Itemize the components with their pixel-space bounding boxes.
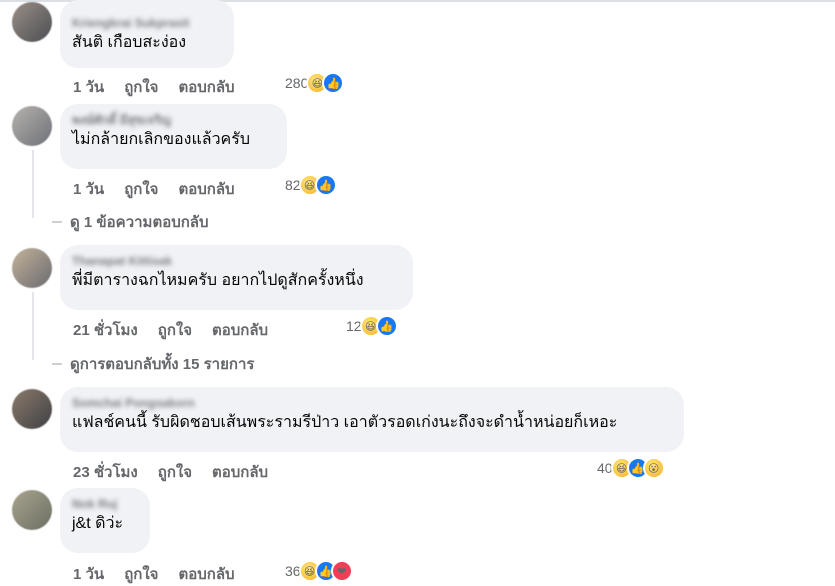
comment-bubble: พงษ์ศักดิ์ มีสุขเจริญ ไม่กล้ายกเลิกของแล… (60, 104, 287, 169)
reaction-summary[interactable]: 40 😆 👍 😮 (597, 457, 665, 479)
comment-actions: 1 วัน ถูกใจ ตอบกลับ (73, 177, 255, 201)
timestamp-link[interactable]: 1 วัน (73, 177, 104, 201)
like-button[interactable]: ถูกใจ (158, 318, 192, 342)
comment-author[interactable]: Kriengkrai Sukprasit (72, 16, 189, 31)
reply-connector (52, 363, 62, 365)
comment-actions: 1 วัน ถูกใจ ตอบกลับ (73, 562, 255, 586)
comment-bubble: Kriengkrai Sukprasit สันติ เกือบสะง่อง (60, 0, 234, 68)
comment-author[interactable]: Somchai Pongsakorn (72, 396, 195, 411)
reaction-summary[interactable]: 82 😆 👍 (285, 174, 337, 196)
reply-button[interactable]: ตอบกลับ (178, 562, 234, 586)
thread-line (32, 292, 34, 360)
comment-bubble: Thanapat Kittisak พี่มีตารางฉกไหมครับ อย… (60, 245, 413, 310)
comment-bubble: Nok Ruj j&t ดิว่ะ (60, 488, 150, 553)
reply-button[interactable]: ตอบกลับ (212, 460, 268, 484)
reply-button[interactable]: ตอบกลับ (212, 318, 268, 342)
comment-text: พี่มีตารางฉกไหมครับ อยากไปดูสักครั้งหนึ่… (72, 272, 364, 289)
comment-text: สันติ เกือบสะง่อง (72, 34, 187, 51)
reaction-summary[interactable]: 12 😆 👍 (346, 315, 398, 337)
timestamp-link[interactable]: 21 ชั่วโมง (73, 318, 138, 342)
comment-text: แฟลช์คนนี้ รับผิดชอบเส้นพระรามรีป่าว เอา… (72, 414, 618, 431)
like-button[interactable]: ถูกใจ (124, 75, 158, 99)
avatar[interactable] (12, 106, 52, 146)
avatar[interactable] (12, 248, 52, 288)
comment-actions: 23 ชั่วโมง ถูกใจ ตอบกลับ (73, 460, 288, 484)
comment-actions: 21 ชั่วโมง ถูกใจ ตอบกลับ (73, 318, 288, 342)
view-replies-link[interactable]: ดูการตอบกลับทั้ง 15 รายการ (52, 352, 254, 376)
like-button[interactable]: ถูกใจ (158, 460, 192, 484)
like-reaction-icon: 👍 (314, 174, 337, 196)
reply-button[interactable]: ตอบกลับ (178, 75, 234, 99)
reply-connector (52, 221, 62, 223)
love-reaction-icon: ❤ (330, 560, 353, 582)
like-reaction-icon: 👍 (375, 315, 398, 337)
like-reaction-icon: 👍 (322, 72, 345, 94)
reply-button[interactable]: ตอบกลับ (178, 177, 234, 201)
reaction-count: 280 (285, 75, 309, 91)
view-replies-link[interactable]: ดู 1 ข้อความตอบกลับ (52, 210, 209, 234)
comment-actions: 1 วัน ถูกใจ ตอบกลับ (73, 75, 255, 99)
avatar[interactable] (12, 2, 52, 42)
timestamp-link[interactable]: 23 ชั่วโมง (73, 460, 138, 484)
timestamp-link[interactable]: 1 วัน (73, 562, 104, 586)
thread-line (32, 150, 34, 218)
comment-author[interactable]: Nok Ruj (72, 497, 117, 512)
comment-author[interactable]: พงษ์ศักดิ์ มีสุขเจริญ (72, 113, 171, 128)
comment-text: j&t ดิว่ะ (72, 515, 124, 532)
view-replies-label: ดู 1 ข้อความตอบกลับ (70, 214, 209, 231)
like-button[interactable]: ถูกใจ (124, 177, 158, 201)
avatar[interactable] (12, 490, 52, 530)
reaction-summary[interactable]: 36 😆 👍 ❤ (285, 560, 353, 582)
wow-reaction-icon: 😮 (642, 457, 665, 479)
like-button[interactable]: ถูกใจ (124, 562, 158, 586)
timestamp-link[interactable]: 1 วัน (73, 75, 104, 99)
comment-text: ไม่กล้ายกเลิกของแล้วครับ (72, 131, 251, 148)
avatar[interactable] (12, 389, 52, 429)
view-replies-label: ดูการตอบกลับทั้ง 15 รายการ (70, 356, 255, 373)
comment-bubble: Somchai Pongsakorn แฟลช์คนนี้ รับผิดชอบเ… (60, 387, 684, 452)
comment-author[interactable]: Thanapat Kittisak (72, 254, 172, 269)
reaction-summary[interactable]: 280 😆 👍 (285, 72, 345, 94)
